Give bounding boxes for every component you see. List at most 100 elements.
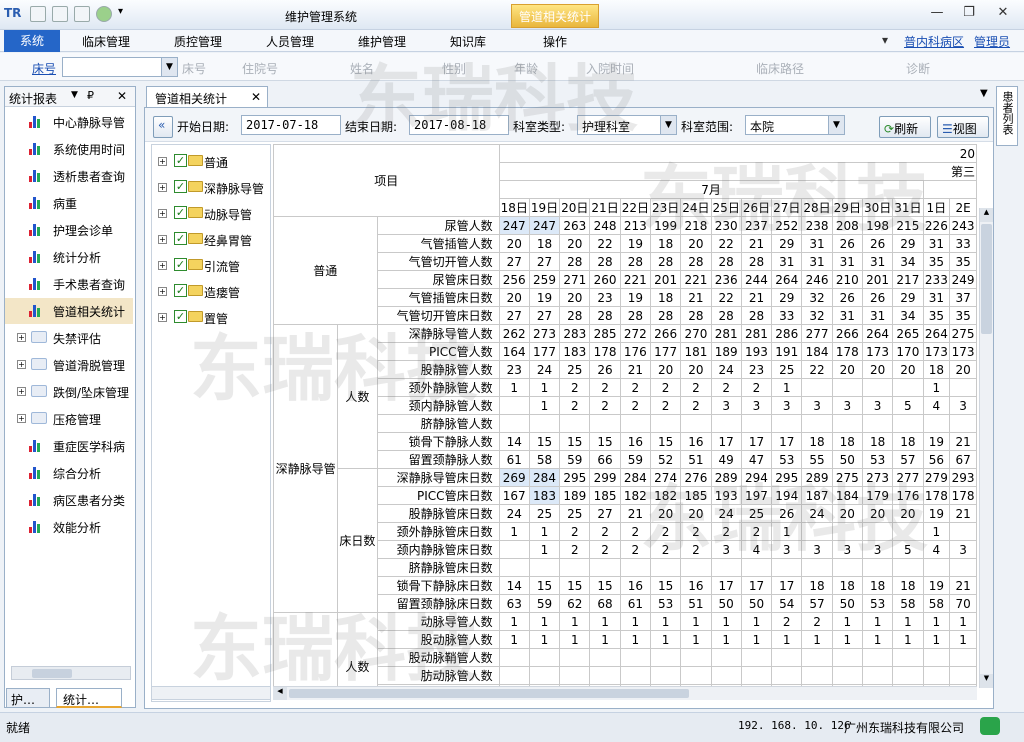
data-cell[interactable]: 208 bbox=[831, 216, 863, 235]
expand-icon[interactable]: + bbox=[158, 183, 167, 192]
data-cell[interactable]: 3 bbox=[831, 540, 863, 559]
start-date-input[interactable]: 2017-07-18 bbox=[241, 115, 341, 135]
data-cell[interactable]: 1 bbox=[771, 378, 803, 397]
data-cell[interactable]: 29 bbox=[771, 234, 803, 253]
data-cell[interactable]: 20 bbox=[680, 234, 712, 253]
data-cell[interactable]: 189 bbox=[710, 342, 742, 361]
data-cell[interactable]: 16 bbox=[619, 432, 651, 451]
report-item[interactable]: 效能分析 bbox=[5, 514, 133, 540]
bed-select[interactable]: ▼ bbox=[62, 57, 178, 77]
data-cell[interactable]: 2 bbox=[589, 540, 621, 559]
scroll-thumb[interactable] bbox=[289, 689, 689, 698]
data-cell[interactable]: 2 bbox=[649, 378, 682, 397]
scroll-thumb[interactable] bbox=[981, 224, 992, 334]
data-cell[interactable]: 243 bbox=[949, 216, 977, 235]
data-cell[interactable]: 35 bbox=[922, 252, 951, 271]
data-cell[interactable] bbox=[619, 414, 651, 433]
data-cell[interactable]: 27 bbox=[589, 504, 621, 523]
data-cell[interactable] bbox=[498, 414, 530, 433]
data-cell[interactable]: 20 bbox=[831, 360, 863, 379]
checkbox[interactable]: ✓ bbox=[174, 310, 187, 323]
tab-stats[interactable]: 统计… bbox=[56, 688, 122, 708]
data-cell[interactable] bbox=[649, 414, 682, 433]
data-cell[interactable] bbox=[892, 522, 924, 541]
data-cell[interactable]: 31 bbox=[831, 306, 863, 325]
data-cell[interactable]: 1 bbox=[680, 612, 712, 631]
data-cell[interactable]: 18 bbox=[892, 576, 924, 595]
data-cell[interactable]: 58 bbox=[528, 450, 561, 469]
data-cell[interactable]: 249 bbox=[949, 270, 977, 289]
data-cell[interactable]: 230 bbox=[710, 216, 742, 235]
expand-icon[interactable]: + bbox=[158, 157, 167, 166]
data-cell[interactable]: 2 bbox=[649, 396, 682, 415]
chevron-down-icon[interactable]: ▼ bbox=[660, 116, 676, 134]
data-cell[interactable]: 1 bbox=[498, 522, 530, 541]
data-cell[interactable]: 1 bbox=[559, 612, 591, 631]
data-cell[interactable]: 27 bbox=[528, 306, 561, 325]
data-cell[interactable] bbox=[831, 414, 863, 433]
data-cell[interactable]: 56 bbox=[922, 450, 951, 469]
data-cell[interactable]: 20 bbox=[861, 504, 894, 523]
data-cell[interactable]: 2 bbox=[619, 378, 651, 397]
data-cell[interactable] bbox=[619, 666, 651, 685]
data-cell[interactable]: 21 bbox=[740, 234, 773, 253]
data-cell[interactable]: 18 bbox=[861, 576, 894, 595]
data-cell[interactable]: 20 bbox=[559, 234, 591, 253]
data-cell[interactable]: 20 bbox=[559, 288, 591, 307]
data-cell[interactable]: 26 bbox=[861, 288, 894, 307]
data-cell[interactable]: 3 bbox=[710, 540, 742, 559]
data-cell[interactable]: 15 bbox=[528, 432, 561, 451]
data-cell[interactable]: 3 bbox=[801, 396, 833, 415]
patient-list-side-tab[interactable]: 患者列表 bbox=[996, 86, 1018, 146]
data-cell[interactable]: 2 bbox=[710, 522, 742, 541]
data-cell[interactable] bbox=[528, 666, 561, 685]
data-cell[interactable]: 286 bbox=[771, 324, 803, 343]
data-cell[interactable]: 24 bbox=[710, 360, 742, 379]
data-cell[interactable]: 51 bbox=[680, 594, 712, 613]
data-cell[interactable] bbox=[949, 522, 977, 541]
data-cell[interactable]: 18 bbox=[649, 234, 682, 253]
user-link[interactable]: 管理员 bbox=[974, 33, 1010, 50]
data-cell[interactable]: 173 bbox=[922, 342, 951, 361]
data-cell[interactable]: 57 bbox=[801, 594, 833, 613]
data-cell[interactable]: 3 bbox=[831, 396, 863, 415]
data-cell[interactable]: 182 bbox=[619, 486, 651, 505]
save-icon[interactable] bbox=[30, 6, 46, 22]
data-cell[interactable]: 27 bbox=[498, 252, 530, 271]
data-cell[interactable]: 1 bbox=[589, 612, 621, 631]
expand-icon[interactable]: + bbox=[158, 209, 167, 218]
data-cell[interactable]: 17 bbox=[710, 432, 742, 451]
data-cell[interactable]: 23 bbox=[740, 360, 773, 379]
data-cell[interactable]: 32 bbox=[801, 288, 833, 307]
data-cell[interactable]: 54 bbox=[771, 594, 803, 613]
data-cell[interactable]: 31 bbox=[861, 252, 894, 271]
expand-icon[interactable]: + bbox=[158, 261, 167, 270]
table-row[interactable]: 颈外静脉管人数 1 1 2 2 2 2 2 2 2 1 1 bbox=[274, 378, 977, 397]
data-cell[interactable]: 59 bbox=[528, 594, 561, 613]
data-cell[interactable]: 1 bbox=[710, 630, 742, 649]
data-cell[interactable]: 63 bbox=[498, 594, 530, 613]
grid-horizontal-scrollbar[interactable]: ◀ bbox=[273, 686, 977, 700]
data-cell[interactable]: 272 bbox=[619, 324, 651, 343]
data-cell[interactable]: 29 bbox=[771, 288, 803, 307]
bed-label[interactable]: 床号 bbox=[32, 60, 56, 77]
data-cell[interactable] bbox=[498, 396, 530, 415]
data-cell[interactable]: 178 bbox=[831, 342, 863, 361]
data-cell[interactable]: 289 bbox=[710, 468, 742, 487]
data-cell[interactable]: 293 bbox=[949, 468, 977, 487]
data-cell[interactable]: 184 bbox=[801, 342, 833, 361]
data-cell[interactable]: 28 bbox=[559, 306, 591, 325]
chevron-down-icon[interactable]: ▼ bbox=[828, 116, 844, 134]
data-cell[interactable]: 289 bbox=[801, 468, 833, 487]
data-cell[interactable]: 1 bbox=[528, 540, 561, 559]
expand-icon[interactable]: + bbox=[17, 387, 26, 396]
data-cell[interactable]: 31 bbox=[771, 252, 803, 271]
data-cell[interactable]: 20 bbox=[861, 360, 894, 379]
data-cell[interactable]: 1 bbox=[861, 612, 894, 631]
report-item[interactable]: + 管道滑脱管理 bbox=[5, 352, 133, 378]
data-cell[interactable]: 27 bbox=[528, 252, 561, 271]
data-cell[interactable]: 273 bbox=[528, 324, 561, 343]
data-cell[interactable] bbox=[619, 558, 651, 577]
data-cell[interactable]: 25 bbox=[559, 504, 591, 523]
data-cell[interactable]: 2 bbox=[619, 396, 651, 415]
